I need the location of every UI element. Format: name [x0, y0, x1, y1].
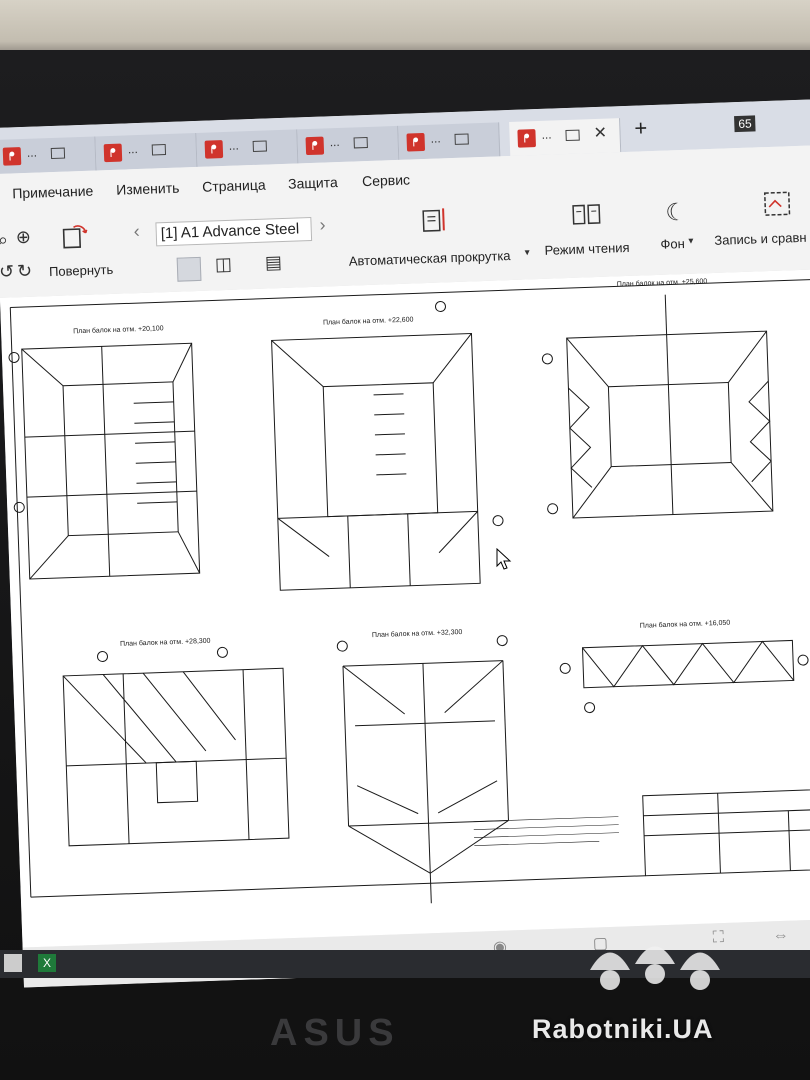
watermark-text: Rabotniki.UA — [532, 1014, 714, 1044]
prev-page-icon[interactable]: ‹ — [133, 221, 140, 242]
pdf-viewer-window: ᖰ ... ᖰ ... ᖰ ... ᖰ ... ᖰ ... ᖰ ... ✕ + … — [0, 98, 810, 988]
menu-protect[interactable]: Защита — [288, 174, 338, 192]
dropdown-arrow-icon[interactable]: ▾ — [688, 236, 693, 247]
tab-document-2[interactable]: ᖰ ... — [95, 132, 198, 171]
dropdown-arrow-icon[interactable]: ▾ — [524, 247, 529, 258]
pdf-icon: ᖰ — [517, 129, 536, 148]
tab-document-4[interactable]: ᖰ ... — [297, 125, 400, 164]
compare-icon[interactable] — [763, 190, 792, 219]
zoom-out-icon[interactable]: ⌕ — [0, 230, 8, 251]
zoom-in-icon[interactable]: ⊕ — [15, 227, 31, 249]
document-page: План балок на отм. +20,100 План балок на… — [0, 268, 810, 948]
tab-label: ... — [430, 131, 441, 146]
menu-service[interactable]: Сервис — [362, 172, 410, 190]
plan-drawing-1 — [8, 342, 201, 580]
plan-title-1: План балок на отм. +20,100 — [73, 324, 164, 335]
title-block — [642, 788, 810, 877]
tab-document-1[interactable]: ᖰ ... — [0, 136, 97, 174]
next-page-icon[interactable]: › — [319, 214, 326, 235]
record-compare-button[interactable]: Запись и сравн — [714, 230, 807, 248]
tab-label: ... — [228, 138, 240, 153]
close-tab-icon[interactable]: ✕ — [593, 123, 607, 143]
monitor-icon — [565, 129, 580, 142]
tab-document-5[interactable]: ᖰ ... — [398, 122, 501, 160]
plan-drawing-3 — [541, 294, 774, 519]
rotate-right-icon[interactable]: ↻ — [17, 261, 33, 283]
start-icon[interactable] — [4, 954, 22, 972]
tab-label: ... — [329, 134, 340, 150]
rotate-left-icon[interactable]: ↺ — [0, 261, 14, 283]
asus-logo: ASUS — [270, 1012, 400, 1054]
reading-mode-button[interactable]: Режим чтения — [544, 240, 629, 258]
plan-title-6: План балок на отм. +16,050 — [640, 619, 731, 630]
background-button[interactable]: Фон — [660, 236, 685, 252]
moon-icon[interactable]: ☾ — [665, 198, 688, 228]
autoscroll-icon[interactable] — [421, 204, 450, 235]
drawing-sheet: План балок на отм. +20,100 План балок на… — [8, 277, 810, 904]
monitor-icon — [151, 144, 167, 156]
plan-title-2: План балок на отм. +22,600 — [323, 315, 414, 326]
mouse-cursor-icon — [496, 548, 512, 570]
excel-icon[interactable]: X — [38, 954, 56, 972]
pdf-icon: ᖰ — [406, 132, 426, 152]
continuous-view-icon[interactable]: ▤ — [265, 252, 283, 274]
plan-drawing-5 — [336, 635, 509, 904]
tab-document-active[interactable]: ᖰ ... ✕ — [509, 118, 622, 156]
autoscroll-button[interactable]: Автоматическая прокрутка — [349, 248, 511, 269]
tab-document-3[interactable]: ᖰ ... — [196, 129, 299, 167]
pdf-icon: ᖰ — [103, 143, 123, 163]
rotate-button[interactable]: Повернуть — [49, 262, 114, 279]
pdf-icon: ᖰ — [2, 147, 22, 166]
rotate-page-icon[interactable] — [59, 223, 90, 252]
tab-count-badge: 65 — [734, 115, 756, 133]
plan-drawing-6 — [559, 639, 809, 714]
plan-drawing-2 — [271, 301, 504, 591]
monitor-icon — [50, 147, 66, 160]
new-tab-icon[interactable]: + — [634, 115, 648, 141]
document-title-field[interactable]: [1] A1 Advance Steel — [155, 216, 313, 247]
plan-title-4: План балок на отм. +28,300 — [120, 637, 211, 648]
single-page-view-icon[interactable] — [176, 256, 202, 282]
pdf-icon: ᖰ — [305, 136, 325, 156]
monitor-icon — [252, 140, 267, 152]
tab-label: ... — [127, 141, 139, 157]
tab-label: ... — [26, 145, 38, 160]
plan-title-3: План балок на отм. +25,600 — [617, 277, 708, 288]
watermark-helmets-logo — [590, 946, 720, 990]
plan-title-5: План балок на отм. +32,300 — [372, 628, 463, 639]
reading-mode-icon[interactable] — [571, 201, 602, 228]
fit-width-icon[interactable]: ⇔ — [772, 927, 789, 946]
menu-page[interactable]: Страница — [202, 177, 266, 195]
plan-drawing-4 — [62, 646, 290, 847]
two-page-view-icon[interactable]: ◫ — [215, 254, 233, 276]
pdf-icon: ᖰ — [204, 140, 224, 159]
monitor-icon — [454, 133, 469, 145]
menu-comment[interactable]: Примечание — [12, 183, 94, 202]
monitor-icon — [353, 136, 368, 149]
tab-label: ... — [541, 127, 552, 142]
photo-scene: ᖰ ... ᖰ ... ᖰ ... ᖰ ... ᖰ ... ᖰ ... ✕ + … — [0, 0, 810, 1080]
menu-edit[interactable]: Изменить — [116, 180, 180, 198]
